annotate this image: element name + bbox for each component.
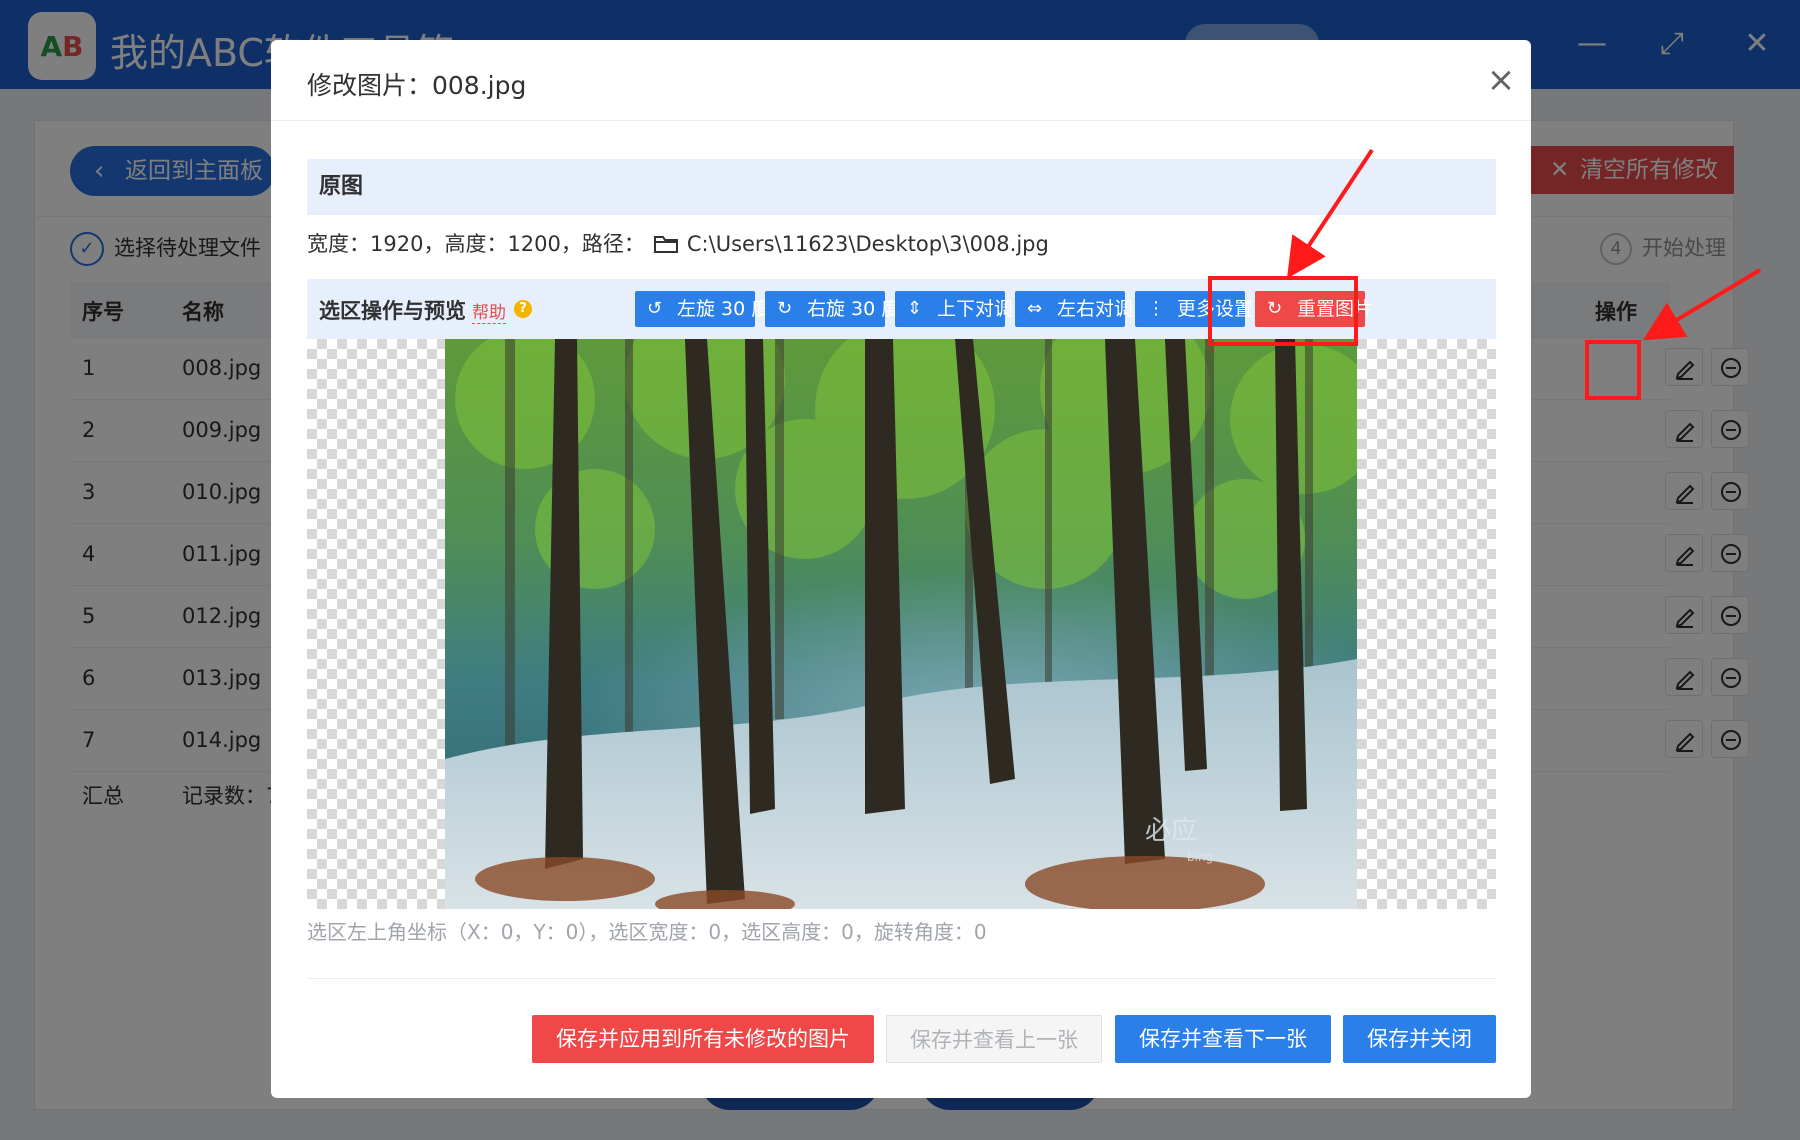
rotate-right-label: 右旋 30 度 xyxy=(807,298,901,320)
image-path-text: C:\Users\11623\Desktop\3\008.jpg xyxy=(686,232,1049,256)
flip-horizontal-icon: ⇔ xyxy=(1027,298,1043,319)
watermark-subtext: bing xyxy=(1187,850,1213,864)
dialog-close-button[interactable]: × xyxy=(1481,60,1521,100)
image-info: 宽度：1920，高度：1200，路径： C:\Users\11623\Deskto… xyxy=(307,228,1049,259)
watermark-text: 必应 xyxy=(1145,816,1197,846)
rotate-left-icon: ↺ xyxy=(647,298,663,319)
dialog-title: 修改图片：008.jpg xyxy=(307,71,527,100)
flip-vertical-button[interactable]: ⇕ 上下对调 xyxy=(895,291,1013,327)
help-icon[interactable]: ? xyxy=(514,300,532,318)
highlight-edit-button xyxy=(1585,340,1641,400)
more-vertical-icon: ⋮ xyxy=(1147,298,1165,319)
forest-photo-graphic: 必应 bing xyxy=(445,339,1357,909)
flip-horizontal-label: 左右对调 xyxy=(1057,298,1134,320)
help-link[interactable]: 帮助 xyxy=(472,298,506,324)
save-close-button[interactable]: 保存并关闭 xyxy=(1343,1015,1496,1063)
divider xyxy=(271,120,1531,121)
image-dimensions-text: 宽度：1920，高度：1200，路径： xyxy=(307,232,645,256)
flip-vertical-icon: ⇕ xyxy=(907,298,923,319)
rotate-right-button[interactable]: ↻ 右旋 30 度 xyxy=(765,291,900,327)
save-view-prev-button[interactable]: 保存并查看上一张 xyxy=(886,1015,1102,1063)
folder-icon xyxy=(653,234,679,259)
highlight-more-settings xyxy=(1208,276,1358,346)
rotate-left-label: 左旋 30 度 xyxy=(677,298,771,320)
image-preview-canvas[interactable]: 必应 bing xyxy=(307,339,1496,909)
forest-photo[interactable]: 必应 bing xyxy=(445,339,1357,909)
save-view-next-button[interactable]: 保存并查看下一张 xyxy=(1115,1015,1331,1063)
divider xyxy=(307,978,1496,979)
rotate-left-button[interactable]: ↺ 左旋 30 度 xyxy=(635,291,770,327)
save-apply-all-button[interactable]: 保存并应用到所有未修改的图片 xyxy=(532,1015,874,1063)
selection-coords-text: 选区左上角坐标（X：0，Y：0），选区宽度：0，选区高度：0，旋转角度：0 xyxy=(307,920,987,944)
flip-horizontal-button[interactable]: ⇔ 左右对调 xyxy=(1015,291,1133,327)
edit-image-dialog: 修改图片：008.jpg × 原图 宽度：1920，高度：1200，路径： C:\… xyxy=(271,40,1531,1098)
flip-vertical-label: 上下对调 xyxy=(937,298,1014,320)
original-section-header: 原图 xyxy=(307,159,1496,215)
toolbar-label: 选区操作与预览 xyxy=(319,299,466,323)
rotate-right-icon: ↻ xyxy=(777,298,793,319)
